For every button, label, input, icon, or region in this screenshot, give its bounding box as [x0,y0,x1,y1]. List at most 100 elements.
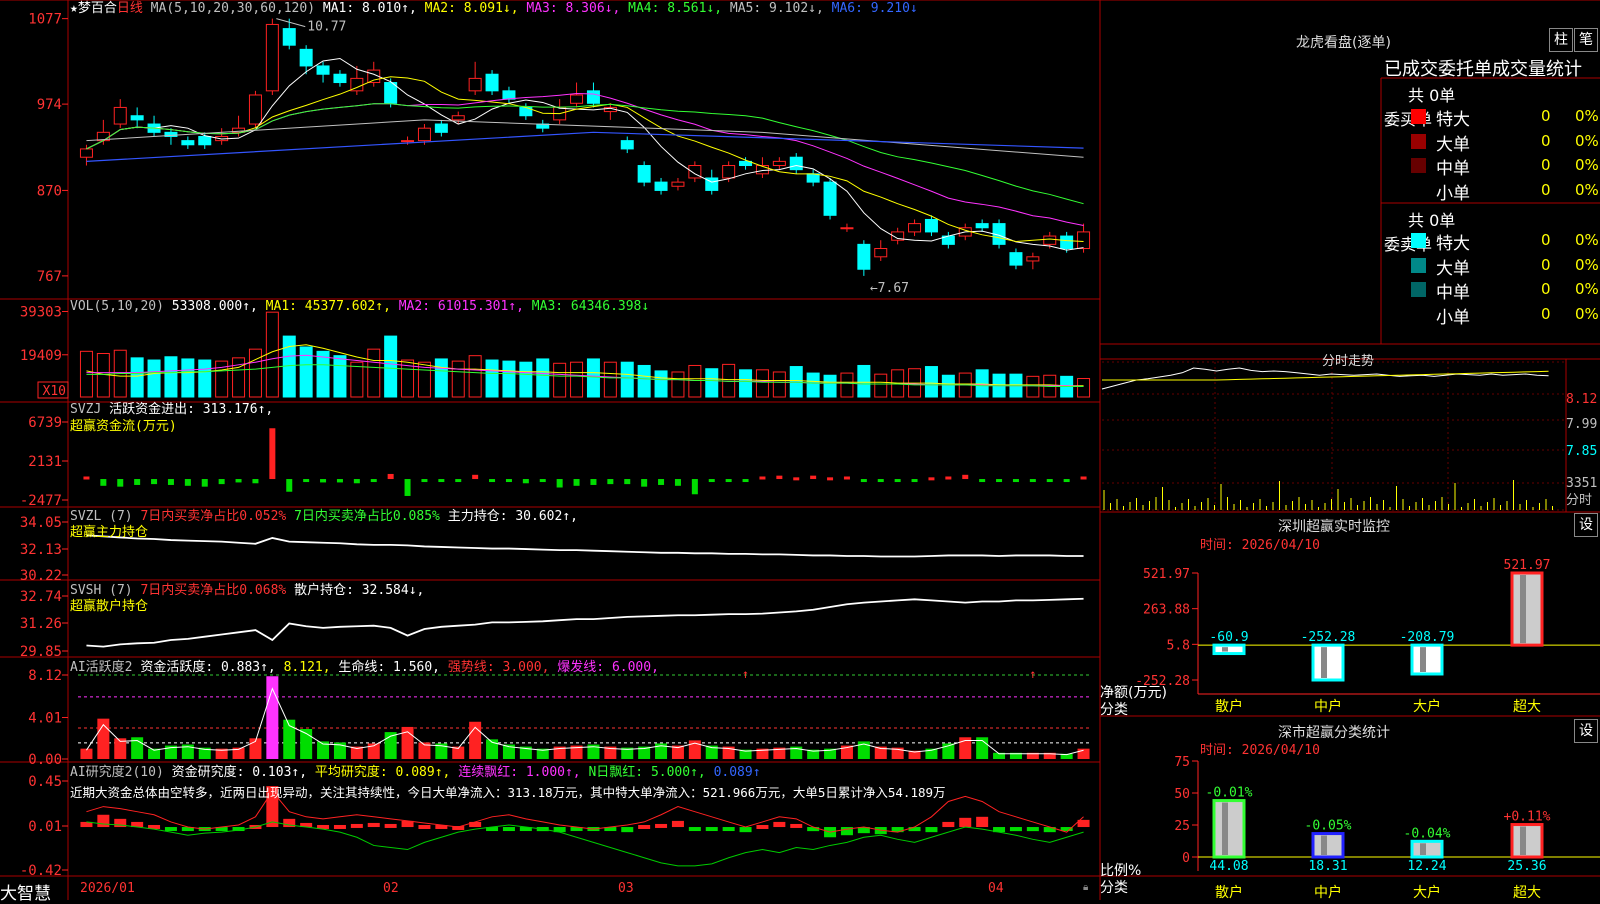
ma-line-10 [86,76,1084,242]
svsh-axis-label: 32.74 [20,589,62,605]
sz-monitor-axis-label: 5.8 [1167,638,1190,653]
ai2-bar [807,827,820,832]
svzj-bar [607,479,614,485]
svzj-bar [201,479,208,487]
svzj-bar [843,476,850,480]
svzj-bar [674,479,681,486]
buy-row-count: 0 [1541,107,1551,125]
candle [1077,231,1091,250]
vol-bar [519,361,533,398]
period-label[interactable]: 日线 [117,1,143,16]
sz-class-category: 大户 [1413,884,1441,900]
candle [908,223,922,233]
svzj-bar [708,479,715,483]
vol-bar [485,359,499,398]
ai2-bar [942,821,955,828]
vol-bar [705,368,719,398]
svzj-bar [489,479,496,483]
vol-bar [874,373,888,398]
vol-bar [198,359,212,398]
vol-bar [772,371,786,398]
sell-total: 共 0单 [1408,211,1456,230]
ai2-last: 0.089↑ [713,765,761,780]
candle [198,135,212,146]
sell-row-name: 特大 [1436,234,1470,254]
tick-mode-button[interactable]: 笔 [1574,28,1598,52]
svzj-bar [641,479,648,487]
svzj-bar [269,428,276,480]
ai2-bar [502,827,515,832]
longhu-tabs[interactable]: 已成交委托单成交量统计 [1384,55,1582,81]
candle [570,94,584,104]
sz-class-axis-label: 75 [1174,755,1190,770]
candle [401,140,415,143]
sell-row-swatch [1411,306,1426,322]
svzj-bar [1080,476,1087,480]
svzj-axis-label: 6739 [28,415,62,431]
buy-row-name: 中单 [1436,159,1470,179]
vol-bar [384,335,398,398]
svzl-red: 7日内买卖净占比0.052% [140,509,287,524]
vol-bar [1077,378,1091,398]
candle [637,165,651,183]
svzj-bar [1012,479,1019,483]
vol-bar [975,369,989,398]
svzj-sub: 超赢资金流(万元) [70,419,177,434]
svzj-bar [1063,479,1070,483]
main-axis-label: 974 [37,97,62,113]
svzj-bar [573,479,580,486]
vol-bar [603,361,617,398]
vol-bar [265,311,279,398]
main-chart-header: ★梦百合日线 MA(5,10,20,30,60,120) MA1: 8.010↑… [70,2,918,16]
stock-name: ★梦百合 [70,1,117,16]
svsh-axis-label: 31.26 [20,616,62,632]
ai2-title: AI研究度2(10) [70,765,164,780]
sz-monitor-category: 散户 [1215,698,1243,715]
vol-bar [164,356,178,398]
sz-monitor-category: 超大 [1513,699,1541,715]
sz-monitor-axis-label: 521.97 [1143,567,1190,582]
vol-bar [553,362,567,398]
svzj-bar [894,479,901,483]
sz-monitor-settings-button[interactable]: 设 [1574,513,1598,537]
svzj-bar [235,479,242,483]
vol-bar [924,366,938,398]
sz-monitor-time: 时间: 2026/04/10 [1200,538,1320,553]
ma-label-3: MA3: 8.306↓, [526,1,629,16]
svzj-header: SVZJ 活跃资金进出: 313.176↑, [70,403,273,417]
intraday-axis-high: 8.12 [1566,392,1598,407]
vol-title: VOL(5,10,20) [70,299,164,314]
vol-bar [502,360,516,398]
vol-axis-label: 39303 [20,305,62,321]
vol-bar [316,350,330,398]
sz-class-value: 12.24 [1407,859,1446,874]
candle [434,123,448,133]
svsh-label: 散户持仓: 32.584↓, [294,583,425,598]
svzj-title: SVZJ [70,402,102,417]
main-axis-label: 870 [37,183,62,199]
ai2-bar [705,827,718,832]
ai2-avg: 平均研究度: 0.089↑, [314,765,451,780]
sz-class-settings-button[interactable]: 设 [1574,719,1598,743]
lock-icon[interactable]: 🔒︎ [1083,881,1088,895]
candle [265,23,279,92]
sz-monitor-bar [1410,643,1444,676]
svzj-bar [658,479,665,485]
sell-row-count: 0 [1541,280,1551,298]
vol-bar [739,369,753,398]
sz-class-xlabel: 分类 [1100,880,1128,896]
ma-title: MA(5,10,20,30,60,120) [150,1,316,16]
sz-monitor-category: 中户 [1314,698,1342,715]
svzj-bar [624,479,631,485]
sz-class-bar [1311,832,1345,859]
vol-bar [181,358,195,398]
candle [282,28,296,46]
bar-mode-button[interactable]: 柱 [1549,28,1573,52]
high-pointer [276,18,306,28]
buy-row-swatch [1411,133,1426,149]
ai1-label: 资金活跃度: 0.883↑, [140,660,276,675]
svzj-bar [184,479,191,486]
svzl-axis-label: 32.13 [20,542,62,558]
ma-label-1: MA1: 45377.602↑, [265,299,399,314]
vol-bar [367,348,381,398]
